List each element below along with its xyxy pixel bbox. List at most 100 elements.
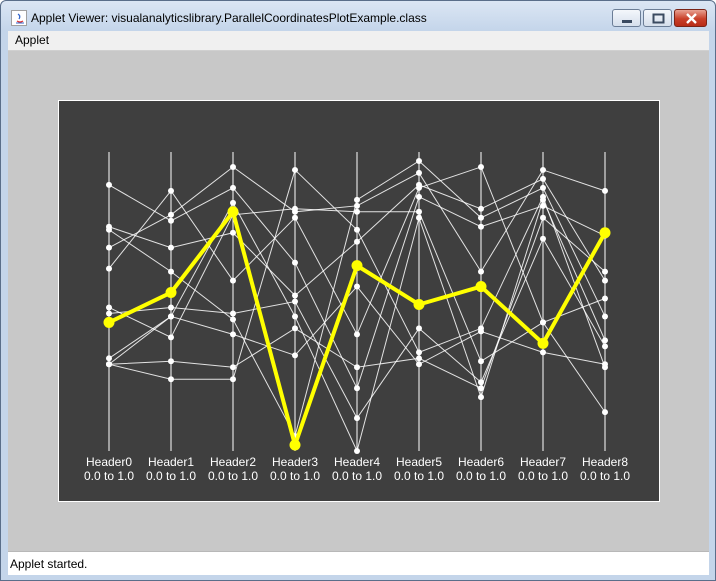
- highlighted-record-point-5: [413, 298, 425, 310]
- axis-range-header8: 0.0 to 1.0: [580, 469, 630, 483]
- record-point-6-3: [292, 205, 298, 212]
- record-point-7-4: [354, 283, 360, 290]
- record-point-4-0: [106, 265, 112, 272]
- record-point-0-3: [292, 259, 298, 266]
- record-point-10-5: [416, 214, 422, 221]
- axis-label-header6: Header6: [458, 455, 504, 469]
- record-point-8-8: [602, 364, 608, 371]
- record-point-10-6: [478, 394, 484, 401]
- record-point-5-7: [540, 235, 546, 242]
- highlighted-record-point-7: [537, 337, 549, 349]
- axis-label-header2: Header2: [210, 455, 256, 469]
- record-point-10-3: [292, 313, 298, 320]
- record-point-1-1: [168, 244, 174, 251]
- record-point-9-6: [478, 385, 484, 392]
- minimize-button[interactable]: [612, 9, 641, 27]
- axis-range-header2: 0.0 to 1.0: [208, 469, 258, 483]
- record-point-10-1: [168, 313, 174, 320]
- record-point-9-8: [602, 268, 608, 275]
- record-point-0-4: [354, 385, 360, 392]
- record-point-2-5: [416, 169, 422, 176]
- record-point-10-7: [540, 196, 546, 203]
- applet-area: Header0 0.0 to 1.0 Header1 0.0 to 1.0 Header…: [8, 51, 709, 551]
- record-point-3-1: [168, 268, 174, 275]
- record-point-2-7: [540, 166, 546, 173]
- record-point-8-6: [478, 325, 484, 332]
- record-point-7-3: [292, 352, 298, 359]
- record-point-2-1: [168, 211, 174, 218]
- parallel-coordinates-svg: Header00.0 to 1.0Header10.0 to 1.0Header…: [84, 152, 630, 483]
- parallel-coordinates-plot[interactable]: Header0 0.0 to 1.0 Header1 0.0 to 1.0 Header…: [58, 100, 660, 502]
- axis-label-header7: Header7: [520, 455, 566, 469]
- record-point-0-5: [416, 193, 422, 200]
- highlighted-record-point-0: [103, 316, 115, 328]
- record-point-1-2: [230, 229, 236, 236]
- record-point-5-8: [602, 343, 608, 350]
- window-title: Applet Viewer: visualanalyticslibrary.Pa…: [31, 11, 427, 25]
- record-point-5-4: [354, 415, 360, 422]
- record-point-2-8: [602, 187, 608, 194]
- record-point-0-7: [540, 202, 546, 209]
- record-point-1-8: [602, 277, 608, 284]
- record-point-8-5: [416, 349, 422, 356]
- record-point-1-4: [354, 238, 360, 245]
- record-point-6-6: [478, 358, 484, 365]
- record-point-1-6: [478, 205, 484, 212]
- record-point-8-2: [230, 376, 236, 383]
- record-point-1-7: [540, 175, 546, 182]
- highlighted-record-point-2: [227, 206, 239, 218]
- record-point-3-2: [230, 316, 236, 323]
- record-point-10-2: [230, 199, 236, 206]
- record-point-6-4: [354, 208, 360, 215]
- highlighted-record-point-6: [475, 281, 487, 293]
- record-point-6-8: [602, 409, 608, 416]
- title-bar[interactable]: Applet Viewer: visualanalyticslibrary.Pa…: [1, 1, 715, 31]
- axis-range-header7: 0.0 to 1.0: [518, 469, 568, 483]
- record-point-1-3: [292, 292, 298, 299]
- record-point-7-0: [106, 355, 112, 362]
- record-point-9-5: [416, 355, 422, 362]
- record-point-0-2: [230, 184, 236, 191]
- record-point-3-4: [354, 196, 360, 203]
- close-icon: [686, 13, 697, 24]
- record-point-8-3: [292, 166, 298, 173]
- record-point-0-1: [168, 217, 174, 224]
- record-point-4-3: [292, 214, 298, 221]
- record-point-2-0: [106, 244, 112, 251]
- axis-label-header3: Header3: [272, 455, 318, 469]
- minimize-icon: [622, 20, 632, 23]
- record-point-3-8: [602, 313, 608, 320]
- record-point-8-4: [354, 226, 360, 233]
- axis-range-header0: 0.0 to 1.0: [84, 469, 134, 483]
- axis-label-header5: Header5: [396, 455, 442, 469]
- close-button[interactable]: [674, 9, 707, 27]
- record-point-4-1: [168, 187, 174, 194]
- status-text: Applet started.: [10, 557, 88, 571]
- record-point-7-2: [230, 331, 236, 338]
- record-point-10-0: [106, 361, 112, 368]
- record-point-4-6: [478, 163, 484, 170]
- highlighted-record-point-8: [599, 227, 611, 239]
- record-point-4-8: [602, 295, 608, 302]
- record-point-6-1: [168, 334, 174, 341]
- menu-bar: Applet: [8, 31, 709, 51]
- record-point-9-3: [292, 325, 298, 332]
- maximize-button[interactable]: [643, 9, 672, 27]
- menu-applet[interactable]: Applet: [15, 33, 49, 47]
- record-point-4-4: [354, 331, 360, 338]
- record-point-9-4: [354, 364, 360, 371]
- record-point-3-6: [478, 214, 484, 221]
- record-point-4-2: [230, 277, 236, 284]
- java-applet-icon[interactable]: [11, 10, 27, 26]
- record-point-6-7: [540, 319, 546, 326]
- highlighted-record-point-3: [289, 439, 301, 451]
- axis-range-header5: 0.0 to 1.0: [394, 469, 444, 483]
- record-point-9-7: [540, 214, 546, 221]
- record-point-3-5: [416, 157, 422, 164]
- record-point-10-4: [354, 448, 360, 454]
- record-point-0-6: [478, 223, 484, 230]
- axis-label-header1: Header1: [148, 455, 194, 469]
- record-point-4-5: [416, 184, 422, 191]
- axis-range-header1: 0.0 to 1.0: [146, 469, 196, 483]
- record-point-0-0: [106, 181, 112, 188]
